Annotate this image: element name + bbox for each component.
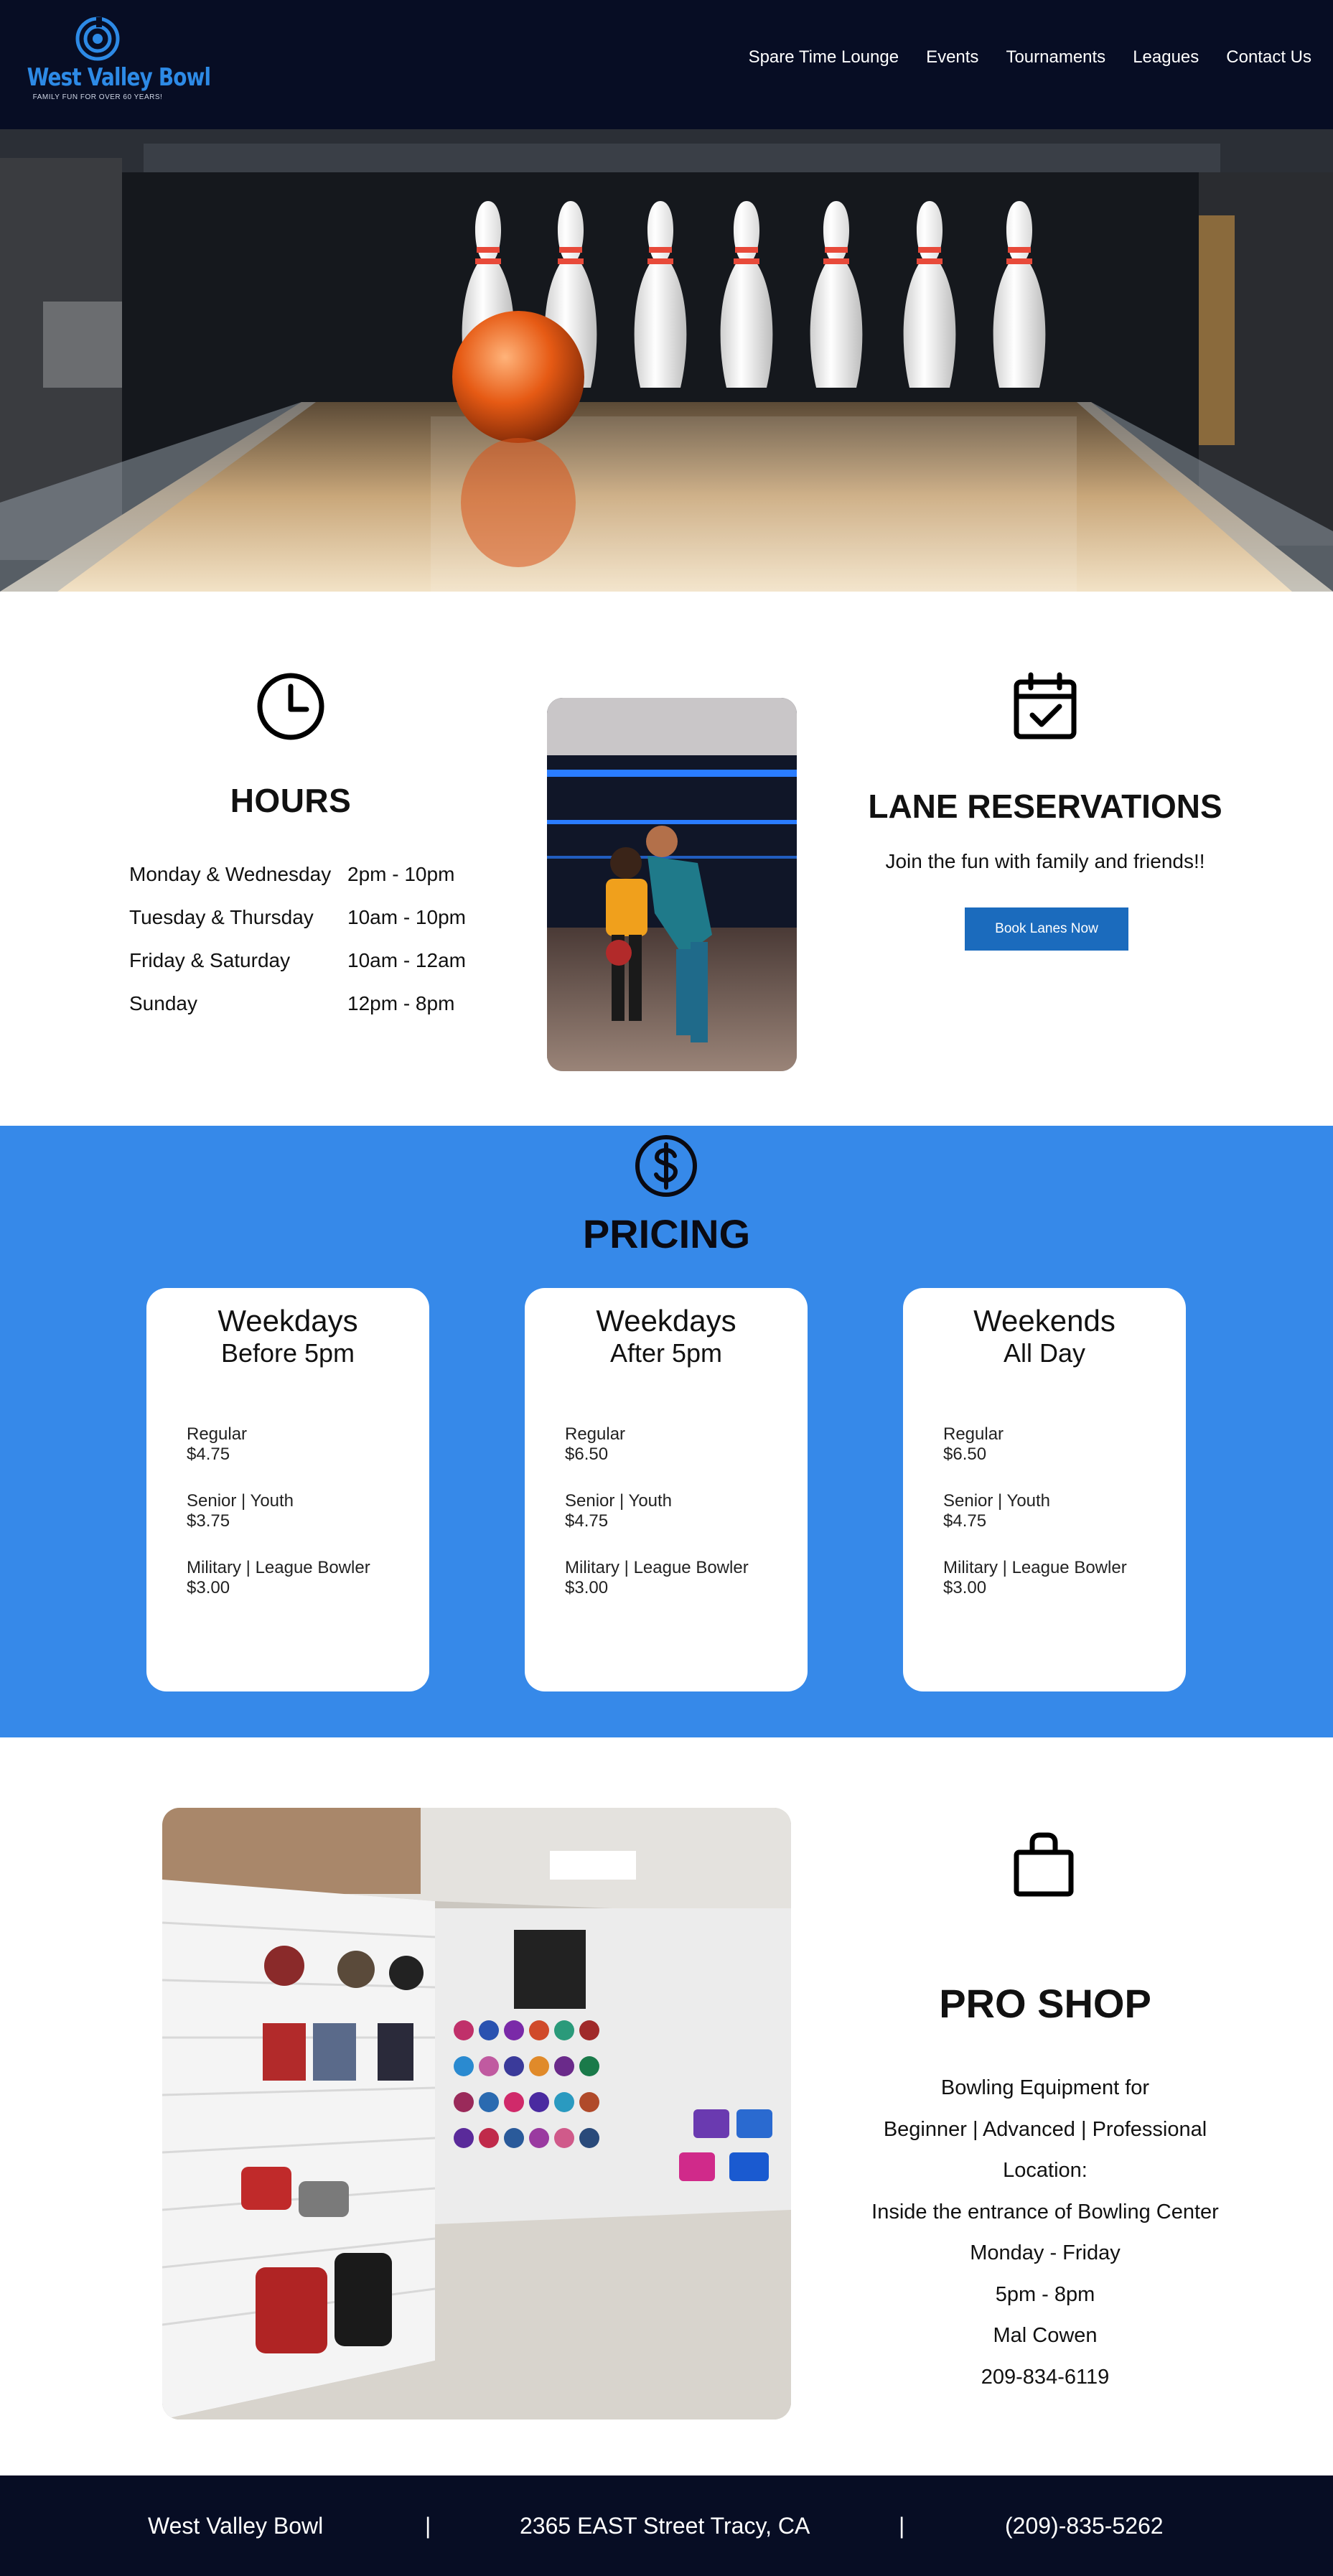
nav-events[interactable]: Events — [926, 47, 978, 67]
price-value: $3.75 — [187, 1511, 230, 1531]
pro-shop-details: Bowling Equipment for Beginner | Advance… — [833, 2068, 1258, 2398]
pricing-section: PRICING Weekdays Before 5pm Regular $4.7… — [0, 1126, 1333, 1737]
pricing-card-subheading: All Day — [1003, 1338, 1086, 1368]
pro-shop-line: Inside the entrance of Bowling Center — [871, 2200, 1219, 2223]
hours-reservations-section: HOURS Monday & Wednesday 2pm - 10pm Tues… — [0, 592, 1333, 1126]
clock-icon — [257, 673, 324, 740]
site-header: West Valley Bowl FAMILY FUN FOR OVER 60 … — [0, 0, 1333, 129]
price-label: Regular — [565, 1424, 626, 1444]
pro-shop-line: 5pm - 8pm — [995, 2282, 1095, 2306]
footer-address[interactable]: 2365 EAST Street Tracy, CA — [520, 2513, 810, 2539]
pro-shop-phone[interactable]: 209-834-6119 — [833, 2357, 1258, 2399]
lane-reservations-subtitle: Join the fun with family and friends!! — [885, 850, 1205, 872]
pricing-list: Regular $4.75 Senior | Youth $3.75 Milit… — [187, 1424, 416, 1625]
pricing-card-weekends-all-day: Weekends All Day Regular $6.50 Senior | … — [903, 1288, 1186, 1691]
pricing-card-heading: Weekdays — [218, 1304, 358, 1338]
price-value: $3.00 — [565, 1578, 609, 1597]
price-value: $6.50 — [565, 1445, 609, 1464]
nav-contact-us[interactable]: Contact Us — [1226, 47, 1311, 67]
pricing-list: Regular $6.50 Senior | Youth $4.75 Milit… — [943, 1424, 1173, 1625]
pricing-card-heading: Weekends — [973, 1304, 1115, 1338]
book-lanes-button[interactable]: Book Lanes Now — [965, 907, 1128, 951]
logo-tagline: FAMILY FUN FOR OVER 60 YEARS! — [32, 93, 163, 101]
pricing-list: Regular $6.50 Senior | Youth $4.75 Milit… — [565, 1424, 795, 1625]
hours-title: HOURS — [230, 782, 352, 819]
footer-business-name: West Valley Bowl — [148, 2513, 324, 2539]
pricing-card-subheading: After 5pm — [609, 1338, 723, 1368]
price-item: Military | League Bowler $3.00 — [565, 1558, 795, 1625]
hours-time: 12pm - 8pm — [347, 992, 455, 1014]
hours-row: Monday & Wednesday 2pm - 10pm — [129, 853, 502, 896]
price-label: Senior | Youth — [565, 1491, 673, 1511]
hours-time: 10am - 12am — [347, 949, 466, 971]
price-item: Senior | Youth $3.75 — [187, 1491, 416, 1558]
pro-shop-line: Monday - Friday — [970, 2241, 1121, 2264]
price-item: Regular $6.50 — [943, 1424, 1173, 1491]
pro-shop-section: PRO SHOP Bowling Equipment for Beginner … — [0, 1737, 1333, 2475]
price-item: Senior | Youth $4.75 — [943, 1491, 1173, 1558]
site-footer: West Valley Bowl | 2365 EAST Street Trac… — [0, 2475, 1333, 2576]
pro-shop-line: Location: — [1003, 2159, 1088, 2182]
pro-shop-contact-name: Mal Cowen — [993, 2324, 1098, 2347]
price-item: Regular $4.75 — [187, 1424, 416, 1491]
pricing-title: PRICING — [582, 1211, 751, 1256]
price-label: Senior | Youth — [187, 1491, 294, 1511]
price-value: $3.00 — [187, 1578, 230, 1597]
site-logo[interactable]: West Valley Bowl FAMILY FUN FOR OVER 60 … — [11, 16, 211, 109]
price-label: Military | League Bowler — [943, 1558, 1127, 1577]
pricing-card-weekdays-after-5pm: Weekdays After 5pm Regular $6.50 Senior … — [525, 1288, 808, 1691]
pro-shop-line: Beginner | Advanced | Professional — [883, 2117, 1207, 2141]
calendar-check-icon — [1014, 672, 1077, 739]
lane-reservations-title: LANE RESERVATIONS — [868, 788, 1222, 825]
nav-tournaments[interactable]: Tournaments — [1006, 47, 1105, 67]
hours-time: 10am - 10pm — [347, 906, 466, 928]
price-item: Senior | Youth $4.75 — [565, 1491, 795, 1558]
hours-day: Tuesday & Thursday — [129, 906, 314, 928]
price-label: Regular — [187, 1424, 248, 1444]
logo-title: West Valley Bowl — [27, 63, 211, 92]
family-bowling-photo — [547, 698, 797, 1071]
bowling-ball-graphic — [452, 311, 584, 443]
price-label: Military | League Bowler — [187, 1558, 370, 1577]
hero-image — [0, 129, 1333, 592]
price-value: $6.50 — [943, 1445, 987, 1464]
hours-day: Monday & Wednesday — [129, 863, 332, 885]
price-item: Military | League Bowler $3.00 — [187, 1558, 416, 1625]
shopping-bag-icon — [1014, 1832, 1074, 1897]
pricing-card-weekdays-before-5pm: Weekdays Before 5pm Regular $4.75 Senior… — [146, 1288, 429, 1691]
main-nav: Spare Time Lounge Events Tournaments Lea… — [721, 47, 1311, 67]
pro-shop-title: PRO SHOP — [939, 1981, 1151, 2026]
nav-leagues[interactable]: Leagues — [1133, 47, 1199, 67]
price-label: Military | League Bowler — [565, 1558, 749, 1577]
price-value: $3.00 — [943, 1578, 987, 1597]
footer-phone[interactable]: (209)-835-5262 — [1005, 2513, 1164, 2539]
price-value: $4.75 — [565, 1511, 609, 1531]
price-item: Regular $6.50 — [565, 1424, 795, 1491]
price-label: Regular — [943, 1424, 1004, 1444]
price-value: $4.75 — [187, 1445, 230, 1464]
hours-row: Sunday 12pm - 8pm — [129, 982, 502, 1025]
hours-row: Tuesday & Thursday 10am - 10pm — [129, 896, 502, 939]
pro-shop-line: Bowling Equipment for — [940, 2076, 1150, 2099]
dollar-icon — [635, 1135, 697, 1197]
pricing-card-subheading: Before 5pm — [220, 1338, 355, 1368]
hours-row: Friday & Saturday 10am - 12am — [129, 939, 502, 982]
footer-separator: | — [425, 2513, 431, 2539]
hours-day: Friday & Saturday — [129, 949, 291, 971]
hours-table: Monday & Wednesday 2pm - 10pm Tuesday & … — [129, 853, 502, 1025]
spiral-logo-icon — [75, 17, 120, 61]
hours-time: 2pm - 10pm — [347, 863, 455, 885]
price-value: $4.75 — [943, 1511, 987, 1531]
pricing-card-heading: Weekdays — [596, 1304, 736, 1338]
price-label: Senior | Youth — [943, 1491, 1051, 1511]
nav-spare-time-lounge[interactable]: Spare Time Lounge — [749, 47, 899, 67]
hours-day: Sunday — [129, 992, 197, 1014]
footer-separator: | — [899, 2513, 905, 2539]
price-item: Military | League Bowler $3.00 — [943, 1558, 1173, 1625]
pro-shop-photo — [162, 1808, 791, 2419]
